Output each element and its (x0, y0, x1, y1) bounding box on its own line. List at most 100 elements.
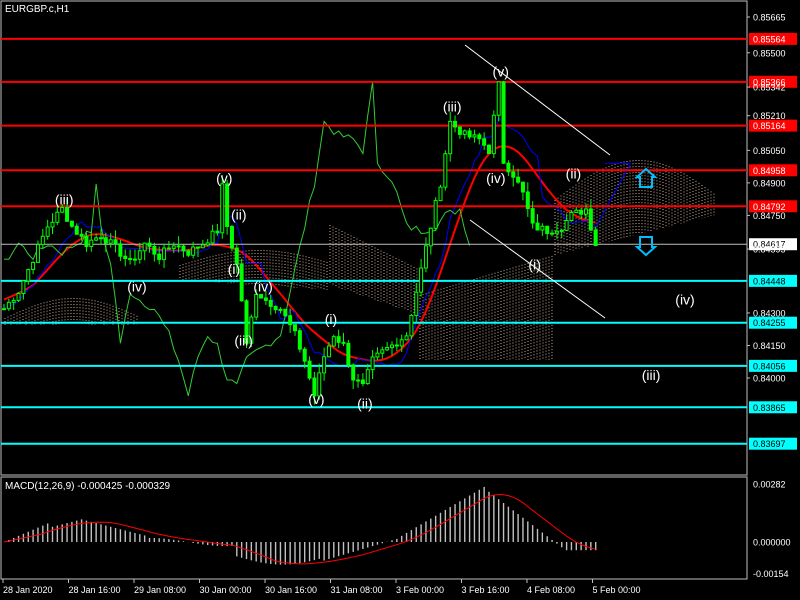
candle-body (409, 314, 414, 337)
candle-body (482, 138, 487, 146)
macd-indicator-name: MACD(12,26,9) (5, 481, 75, 492)
candle-body (297, 330, 302, 350)
candle-body (307, 360, 312, 379)
candle-body (293, 324, 297, 332)
candle-body (448, 120, 453, 155)
time-axis-label: 4 Feb 08:00 (527, 585, 575, 595)
candle-body (477, 134, 482, 140)
time-axis-label: 29 Jan 08:00 (134, 585, 186, 595)
macd-value-1: -0.000425 (77, 481, 123, 492)
candle-body (457, 126, 462, 135)
candle-body (200, 244, 205, 249)
candle-body (283, 308, 288, 317)
candle-body (103, 237, 108, 244)
candle-body (360, 379, 365, 385)
wave-label: (i) (325, 311, 337, 327)
chart-symbol-title: EURGBP.c,H1 (5, 4, 70, 15)
candle-body (564, 219, 569, 231)
candle-body (506, 162, 511, 173)
candle-body (574, 209, 579, 214)
candle-body (94, 237, 99, 241)
candle-body (419, 267, 424, 293)
candle-body (263, 297, 268, 301)
candle-body (162, 247, 167, 260)
price-axis-label: 0.85210 (753, 111, 786, 121)
price-axis-label: 0.84150 (753, 341, 786, 351)
wave-label: (iv) (486, 170, 505, 186)
candle-body (181, 245, 186, 252)
candle-body (525, 191, 530, 210)
candle-body (467, 130, 472, 138)
macd-scale-label: 0.00282 (753, 480, 786, 490)
candle-body (550, 232, 555, 235)
wave-label: (iv) (127, 278, 146, 294)
price-tag-label: 0.83865 (753, 403, 786, 413)
price-axis-label: 0.84300 (753, 308, 786, 318)
candle-body (496, 81, 501, 116)
candle-body (326, 345, 331, 358)
candle-body (176, 245, 181, 248)
price-axis-label: 0.84595 (753, 244, 786, 254)
candle-body (166, 247, 171, 250)
candle-body (487, 144, 491, 155)
candle-body (74, 225, 79, 235)
price-tag-label: 0.85564 (753, 34, 786, 44)
price-axis-label: 0.85500 (753, 48, 786, 58)
candle-body (501, 81, 506, 164)
candle-body (137, 250, 142, 260)
candle-body (157, 253, 162, 260)
time-axis-label: 28 Jan 16:00 (69, 585, 121, 595)
candle-body (278, 308, 283, 311)
wave-label: (iii) (443, 98, 462, 114)
candle-body (380, 349, 385, 354)
candle-body (394, 344, 399, 347)
candle-body (273, 305, 278, 311)
wave-label: (v) (493, 64, 509, 80)
time-axis-label: 30 Jan 16:00 (265, 585, 317, 595)
candle-body (205, 242, 210, 246)
candle-body (346, 342, 351, 366)
chart-window[interactable]: 0.855640.853660.851640.849580.847920.846… (0, 0, 800, 600)
candle-body (11, 299, 16, 303)
price-tag-label: 0.85164 (753, 121, 786, 131)
wave-label: (iii) (234, 332, 253, 348)
price-axis-label: 0.84750 (753, 211, 786, 221)
wave-label: (iii) (642, 367, 661, 383)
macd-title: MACD(12,26,9) -0.000425 -0.000329 (5, 481, 170, 492)
candle-body (341, 341, 346, 344)
candle-body (336, 336, 341, 343)
candle-body (132, 258, 137, 261)
candle-body (50, 221, 55, 228)
candle-body (520, 181, 525, 193)
candle-body (428, 227, 433, 247)
price-tag-label: 0.84448 (753, 276, 786, 286)
candle-body (530, 208, 535, 224)
candle-body (545, 225, 550, 234)
price-axis-label: 0.85342 (753, 83, 786, 93)
candle-body (215, 230, 220, 234)
candle-body (113, 239, 118, 245)
wave-label: (ii) (566, 166, 582, 182)
price-axis-label: 0.84000 (753, 374, 786, 384)
candle-body (593, 229, 598, 246)
candle-body (453, 120, 458, 128)
candle-body (390, 344, 394, 349)
candle-body (365, 369, 370, 385)
price-axis-label: 0.85050 (753, 146, 786, 156)
candle-body (89, 239, 94, 248)
candle-body (375, 352, 380, 358)
candle-body (356, 379, 361, 382)
price-tag-label: 0.84958 (753, 166, 786, 176)
candle-body (259, 293, 264, 299)
candle-body (438, 186, 443, 202)
candle-body (239, 263, 244, 302)
candle-body (26, 269, 31, 282)
time-axis-label: 3 Feb 16:00 (462, 585, 510, 595)
candle-body (229, 225, 234, 249)
candle-body (559, 229, 564, 232)
candle-body (186, 250, 191, 256)
wave-label: (v) (308, 391, 324, 407)
candle-body (302, 348, 307, 362)
candle-body (588, 208, 593, 231)
candle-body (171, 245, 176, 249)
